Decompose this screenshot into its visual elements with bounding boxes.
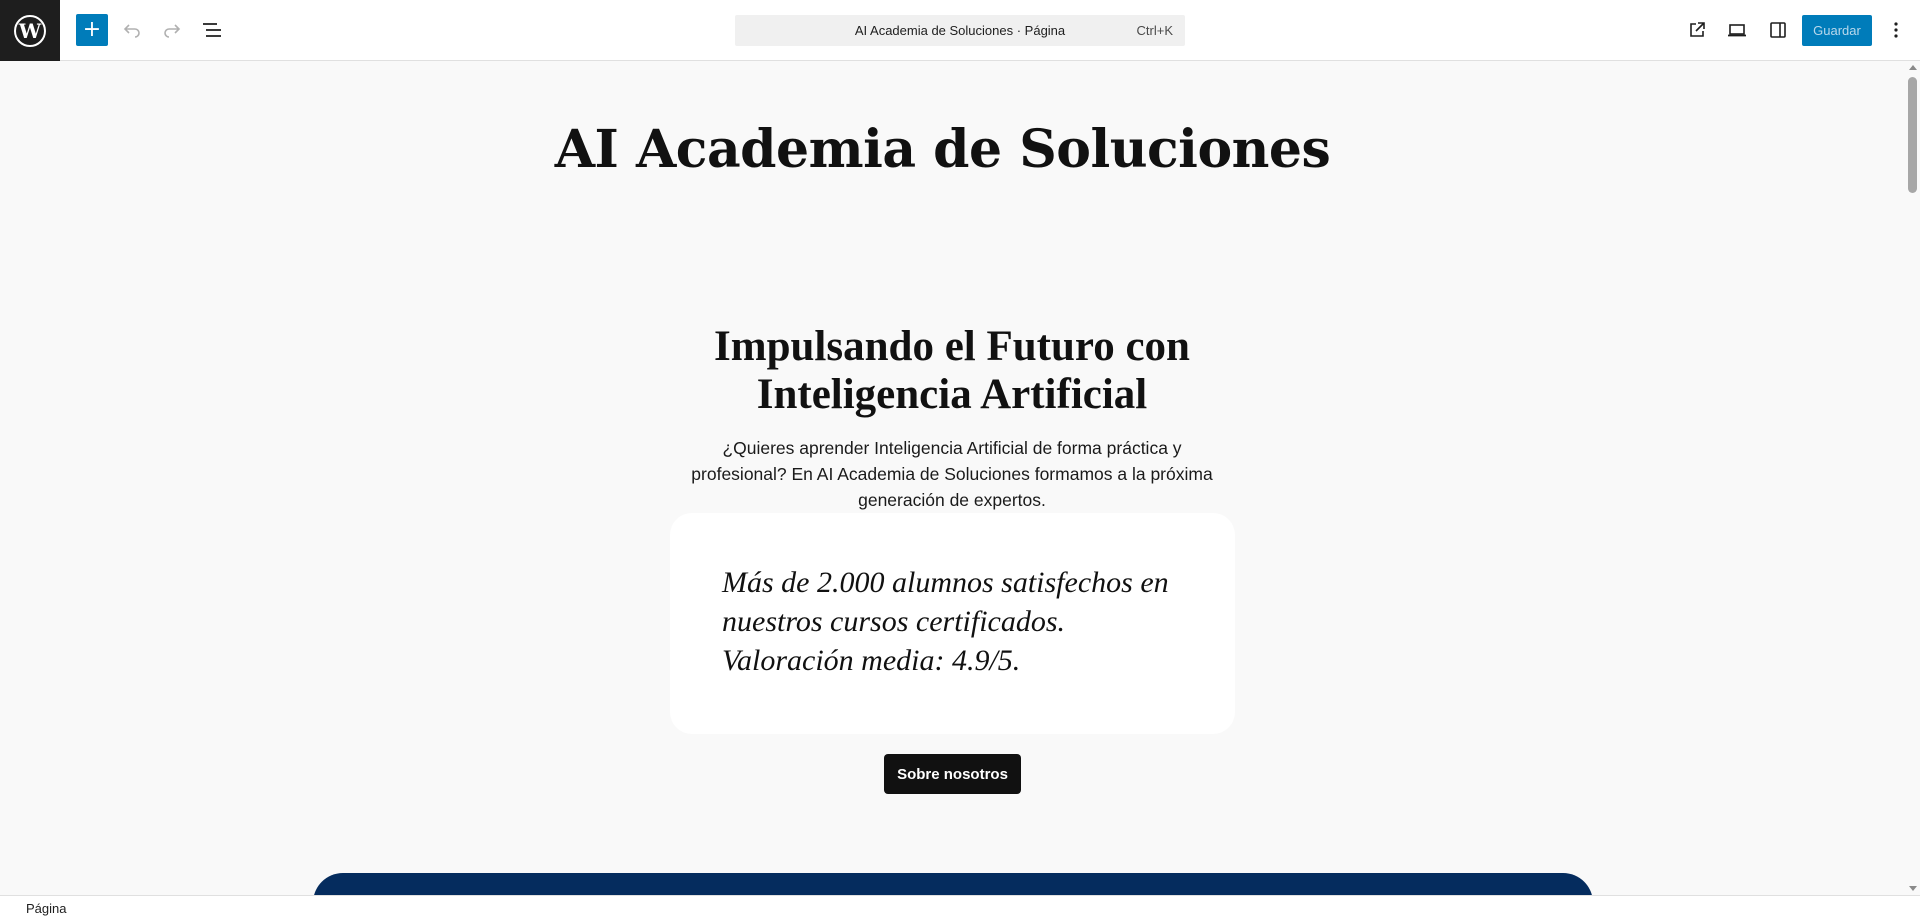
save-button[interactable]: Guardar <box>1802 15 1872 46</box>
wordpress-icon[interactable]: W <box>0 0 60 61</box>
testimonial-card[interactable]: Más de 2.000 alumnos satisfechos en nues… <box>670 513 1235 734</box>
hero-paragraph[interactable]: ¿Quieres aprender Inteligencia Artificia… <box>682 435 1222 513</box>
block-inserter-button[interactable]: + <box>76 14 108 46</box>
editor-canvas[interactable]: AI Academia de Soluciones Impulsando el … <box>0 61 1905 895</box>
canvas-scrollbar[interactable] <box>1905 61 1920 895</box>
scroll-up-arrow[interactable] <box>1909 65 1917 70</box>
hero-heading[interactable]: Impulsando el Futuro con Inteligencia Ar… <box>652 323 1252 419</box>
undo-button[interactable] <box>116 14 148 46</box>
cover-block[interactable] <box>313 873 1593 895</box>
command-palette-bar[interactable]: AI Academia de Soluciones · Página Ctrl+… <box>735 15 1185 46</box>
shortcut-hint: Ctrl+K <box>1136 23 1173 38</box>
block-breadcrumb-bar: Página <box>0 895 1920 919</box>
testimonial-quote[interactable]: Más de 2.000 alumnos satisfechos en nues… <box>722 563 1172 680</box>
hero-heading-line-2: Inteligencia Artificial <box>756 371 1148 418</box>
settings-sidebar-button[interactable] <box>1762 14 1794 46</box>
site-title[interactable]: AI Academia de Soluciones <box>0 119 1885 180</box>
laptop-icon <box>1728 24 1746 37</box>
document-overview-button[interactable] <box>196 14 228 46</box>
view-page-button[interactable] <box>1681 14 1713 46</box>
external-view-icon <box>1690 22 1705 37</box>
document-title: AI Academia de Soluciones · Página <box>854 23 1066 38</box>
plus-icon: + <box>82 17 102 42</box>
redo-button[interactable] <box>156 14 188 46</box>
breadcrumb-page[interactable]: Página <box>26 901 66 916</box>
more-vertical-icon <box>1894 22 1898 38</box>
editor-top-toolbar: W + AI Academia de Soluciones · Página C… <box>0 0 1920 61</box>
device-preview-button[interactable] <box>1721 14 1753 46</box>
redo-icon <box>164 24 181 38</box>
svg-text:W: W <box>18 19 42 43</box>
scroll-thumb[interactable] <box>1908 77 1917 193</box>
hero-heading-line-1: Impulsando el Futuro con <box>714 323 1190 370</box>
about-us-button[interactable]: Sobre nosotros <box>884 754 1021 794</box>
undo-icon <box>123 24 140 38</box>
sidebar-icon <box>1770 22 1786 38</box>
scroll-down-arrow[interactable] <box>1909 886 1917 891</box>
list-view-icon <box>203 23 221 37</box>
options-menu-button[interactable] <box>1880 14 1912 46</box>
